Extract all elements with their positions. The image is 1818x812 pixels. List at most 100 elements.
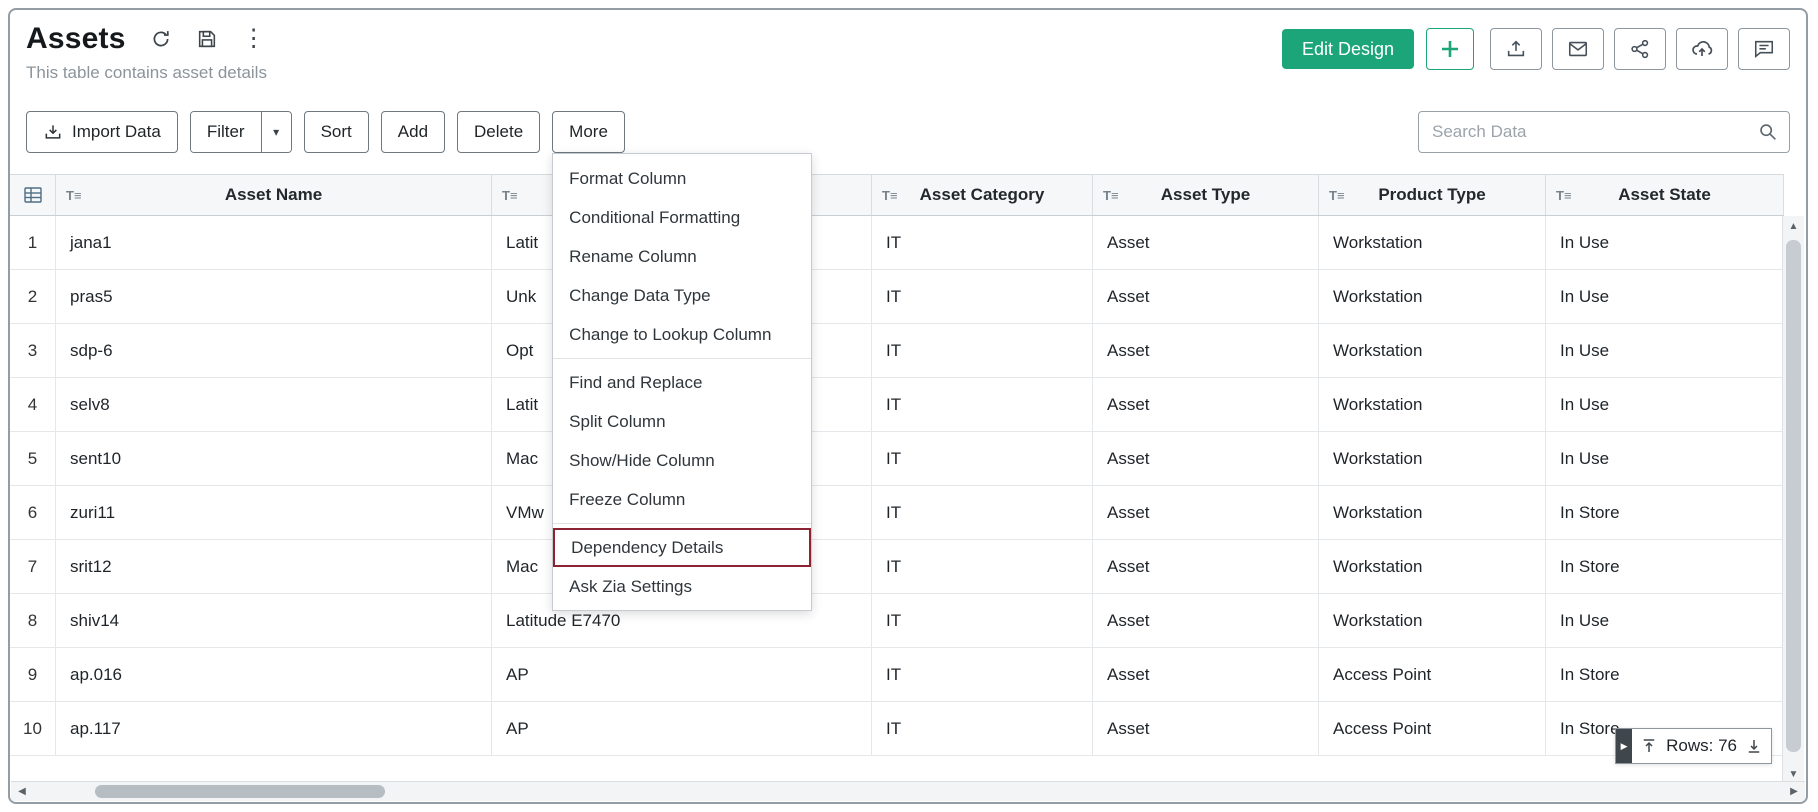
cell-asset_category[interactable]: IT [872, 594, 1093, 648]
menu-item-ask-zia-settings[interactable]: Ask Zia Settings [553, 567, 811, 606]
row-number[interactable]: 7 [10, 540, 56, 594]
column-header-asset_name[interactable]: T≡Asset Name [56, 175, 492, 215]
row-number[interactable]: 9 [10, 648, 56, 702]
cell-asset_type[interactable]: Asset [1093, 432, 1319, 486]
filter-caret-icon[interactable]: ▾ [261, 112, 291, 152]
scroll-to-top-icon[interactable] [1640, 737, 1658, 755]
menu-item-change-data-type[interactable]: Change Data Type [553, 276, 811, 315]
cell-product_type[interactable]: Access Point [1319, 702, 1546, 756]
sort-button[interactable]: Sort [304, 111, 369, 153]
cell-asset_name[interactable]: jana1 [56, 216, 492, 270]
cell-asset_category[interactable]: IT [872, 270, 1093, 324]
cell-product_type[interactable]: Workstation [1319, 486, 1546, 540]
cell-asset_state[interactable]: In Use [1546, 216, 1784, 270]
cell-asset_type[interactable]: Asset [1093, 378, 1319, 432]
search-input[interactable] [1418, 111, 1790, 153]
menu-item-rename-column[interactable]: Rename Column [553, 237, 811, 276]
cell-col3[interactable]: AP [492, 648, 872, 702]
cell-asset_type[interactable]: Asset [1093, 324, 1319, 378]
menu-item-format-column[interactable]: Format Column [553, 159, 811, 198]
row-number[interactable]: 2 [10, 270, 56, 324]
cell-asset_name[interactable]: srit12 [56, 540, 492, 594]
cell-asset_type[interactable]: Asset [1093, 648, 1319, 702]
cell-product_type[interactable]: Workstation [1319, 216, 1546, 270]
menu-item-show-hide-column[interactable]: Show/Hide Column [553, 441, 811, 480]
cell-asset_type[interactable]: Asset [1093, 216, 1319, 270]
menu-item-split-column[interactable]: Split Column [553, 402, 811, 441]
menu-item-dependency-details[interactable]: Dependency Details [553, 528, 811, 567]
cell-asset_name[interactable]: ap.117 [56, 702, 492, 756]
comment-icon[interactable] [1738, 28, 1790, 70]
menu-item-find-and-replace[interactable]: Find and Replace [553, 363, 811, 402]
share-icon[interactable] [1614, 28, 1666, 70]
cell-asset_state[interactable]: In Use [1546, 594, 1784, 648]
cell-asset_type[interactable]: Asset [1093, 486, 1319, 540]
cell-asset_state[interactable]: In Use [1546, 270, 1784, 324]
cell-product_type[interactable]: Workstation [1319, 540, 1546, 594]
cell-product_type[interactable]: Workstation [1319, 324, 1546, 378]
cell-asset_category[interactable]: IT [872, 540, 1093, 594]
menu-item-change-to-lookup-column[interactable]: Change to Lookup Column [553, 315, 811, 354]
column-header-asset_type[interactable]: T≡Asset Type [1093, 175, 1319, 215]
cell-asset_type[interactable]: Asset [1093, 702, 1319, 756]
cell-product_type[interactable]: Access Point [1319, 648, 1546, 702]
refresh-icon[interactable] [150, 28, 172, 50]
cell-asset_category[interactable]: IT [872, 324, 1093, 378]
cell-asset_category[interactable]: IT [872, 216, 1093, 270]
row-number[interactable]: 4 [10, 378, 56, 432]
cell-asset_name[interactable]: selv8 [56, 378, 492, 432]
column-header-product_type[interactable]: T≡Product Type [1319, 175, 1546, 215]
filter-button[interactable]: Filter [191, 112, 261, 152]
cell-product_type[interactable]: Workstation [1319, 432, 1546, 486]
import-data-button[interactable]: Import Data [26, 111, 178, 153]
cell-asset_state[interactable]: In Use [1546, 324, 1784, 378]
scroll-up-icon[interactable]: ▲ [1783, 216, 1804, 236]
cell-asset_name[interactable]: zuri11 [56, 486, 492, 540]
rows-expand-icon[interactable]: ▶ [1616, 729, 1632, 763]
save-icon[interactable] [196, 28, 218, 50]
row-number[interactable]: 6 [10, 486, 56, 540]
cell-asset_category[interactable]: IT [872, 702, 1093, 756]
cell-product_type[interactable]: Workstation [1319, 270, 1546, 324]
add-button[interactable]: Add [381, 111, 445, 153]
cell-asset_category[interactable]: IT [872, 486, 1093, 540]
delete-button[interactable]: Delete [457, 111, 540, 153]
scroll-right-icon[interactable]: ▶ [1783, 782, 1805, 801]
cloud-upload-icon[interactable] [1676, 28, 1728, 70]
row-number[interactable]: 8 [10, 594, 56, 648]
horizontal-scroll-thumb[interactable] [95, 785, 385, 798]
publish-icon[interactable] [1490, 28, 1542, 70]
cell-asset_state[interactable]: In Store [1546, 486, 1784, 540]
cell-product_type[interactable]: Workstation [1319, 378, 1546, 432]
cell-asset_type[interactable]: Asset [1093, 594, 1319, 648]
cell-product_type[interactable]: Workstation [1319, 594, 1546, 648]
cell-asset_category[interactable]: IT [872, 648, 1093, 702]
menu-item-freeze-column[interactable]: Freeze Column [553, 480, 811, 519]
cell-asset_state[interactable]: In Store [1546, 648, 1784, 702]
kebab-menu-icon[interactable]: ⋮ [242, 28, 266, 50]
cell-asset_type[interactable]: Asset [1093, 540, 1319, 594]
cell-asset_state[interactable]: In Store [1546, 540, 1784, 594]
cell-col3[interactable]: AP [492, 702, 872, 756]
row-number[interactable]: 3 [10, 324, 56, 378]
cell-asset_type[interactable]: Asset [1093, 270, 1319, 324]
cell-asset_state[interactable]: In Use [1546, 432, 1784, 486]
more-button[interactable]: More [552, 111, 625, 153]
vertical-scroll-thumb[interactable] [1786, 240, 1801, 752]
scroll-left-icon[interactable]: ◀ [11, 782, 33, 801]
mail-icon[interactable] [1552, 28, 1604, 70]
edit-design-button[interactable]: Edit Design [1282, 29, 1414, 69]
row-number[interactable]: 5 [10, 432, 56, 486]
column-header-asset_category[interactable]: T≡Asset Category [872, 175, 1093, 215]
row-number[interactable]: 1 [10, 216, 56, 270]
cell-asset_name[interactable]: shiv14 [56, 594, 492, 648]
cell-asset_category[interactable]: IT [872, 378, 1093, 432]
cell-asset_name[interactable]: pras5 [56, 270, 492, 324]
cell-asset_name[interactable]: ap.016 [56, 648, 492, 702]
cell-asset_state[interactable]: In Use [1546, 378, 1784, 432]
cell-asset_category[interactable]: IT [872, 432, 1093, 486]
menu-item-conditional-formatting[interactable]: Conditional Formatting [553, 198, 811, 237]
cell-asset_name[interactable]: sdp-6 [56, 324, 492, 378]
horizontal-scrollbar[interactable]: ◀ ▶ [11, 781, 1805, 801]
vertical-scrollbar[interactable]: ▲ ▼ [1782, 216, 1804, 784]
